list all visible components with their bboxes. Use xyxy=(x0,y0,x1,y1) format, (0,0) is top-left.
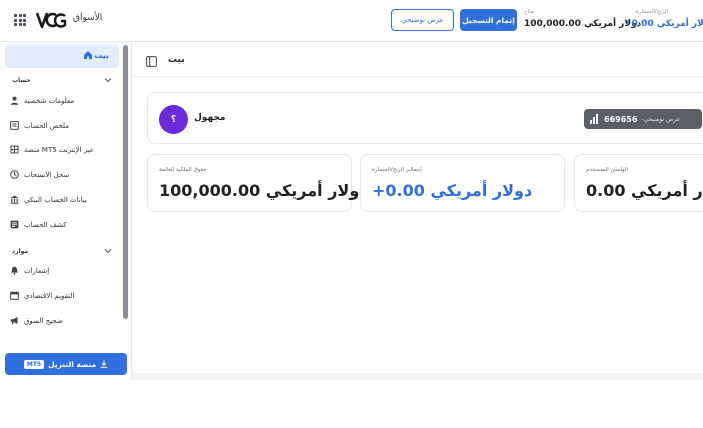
apps-grid-icon[interactable] xyxy=(14,14,26,26)
account-type: -عرض توضيحي xyxy=(641,115,681,123)
sidebar-item-mt5-web[interactable]: منصة MT5 عبر الإنترنت xyxy=(10,143,112,159)
complete-registration-button[interactable]: إتمام التسجيل xyxy=(460,9,517,31)
sidebar-item-withdrawal-history[interactable]: سجل الانسحاب xyxy=(10,168,112,184)
sidebar-item-notifications[interactable]: إشعارات xyxy=(10,264,112,280)
account-card: ؟ مجهول 669656 -عرض توضيحي xyxy=(147,92,703,144)
main-content: بيت ؟ مجهول 669656 -عرض توضيحي حقوق المل… xyxy=(132,42,703,373)
pnl-caption: الربح/الخسارة xyxy=(636,9,669,15)
sidebar-item-label: إشعارات xyxy=(24,267,50,275)
megaphone-icon xyxy=(10,317,18,325)
sidebar-home-label: بيت xyxy=(94,51,109,60)
summary-icon xyxy=(10,121,19,130)
stat-card-total-pnl: إجمالي الربح/الخسارة +0.00 دولار أمريكي xyxy=(360,154,565,212)
pnl-value: +0.00 دولار أمريكي xyxy=(624,19,703,29)
markets-link[interactable]: الأسواق xyxy=(73,13,102,23)
sidebar-item-label: التقويم الاقتصادي xyxy=(24,292,75,300)
sidebar-item-home[interactable]: بيت xyxy=(5,45,119,68)
sidebar-item-personal-info[interactable]: معلومات شخصية xyxy=(10,94,112,110)
sidebar-item-bank-details[interactable]: بيانات الحساب البنكي xyxy=(10,193,112,209)
stat-value: 0.00 دولار أمريكي xyxy=(586,181,703,200)
bottom-bar xyxy=(132,373,703,380)
divider xyxy=(132,76,703,77)
stat-card-floating-equity: حقوق الملكية العائمة 100,000.00 دولار أم… xyxy=(147,154,368,212)
grid-icon xyxy=(10,145,19,154)
stat-caption: الهامش المستخدم xyxy=(586,167,628,173)
sidebar-item-economic-calendar[interactable]: التقويم الاقتصادي xyxy=(10,289,112,305)
stat-caption: إجمالي الربح/الخسارة xyxy=(372,167,422,173)
sidebar-item-label: بيانات الحساب البنكي xyxy=(24,196,87,204)
sidebar-item-label: ضجيج السوق xyxy=(24,317,63,325)
sidebar-section-account: حساب xyxy=(12,77,31,84)
sidebar-item-account-summary[interactable]: ملخص الحساب xyxy=(10,119,112,135)
sidebar-item-label: سجل الانسحاب xyxy=(24,171,70,179)
sidebar: بيت حساب معلومات شخصية ملخص الحساب منصة … xyxy=(0,42,132,380)
vcg-logo[interactable] xyxy=(36,10,68,30)
top-header: الأسواق عرض توضيحي إتمام التسجيل متاح 10… xyxy=(0,0,703,42)
person-icon xyxy=(10,96,19,105)
stat-value: 100,000.00 دولار أمريكي xyxy=(159,181,368,200)
bar-chart-icon xyxy=(590,114,600,124)
sidebar-item-market-buzz[interactable]: ضجيج السوق xyxy=(10,314,112,330)
mt5-badge: MT5 xyxy=(23,359,45,369)
page-title: بيت xyxy=(168,55,185,65)
sidebar-item-account-statement[interactable]: كشف الحساب xyxy=(10,218,112,234)
account-name: مجهول xyxy=(194,113,226,123)
sidebar-scrollbar[interactable] xyxy=(123,45,128,319)
sidebar-item-label: كشف الحساب xyxy=(24,221,67,229)
equity-caption: متاح xyxy=(524,9,534,15)
stat-value: +0.00 دولار أمريكي xyxy=(372,181,533,200)
demo-button[interactable]: عرض توضيحي xyxy=(391,9,454,31)
download-icon xyxy=(100,360,108,368)
chevron-down-icon[interactable] xyxy=(104,247,112,255)
sidebar-item-label: معلومات شخصية xyxy=(24,97,75,105)
statement-icon xyxy=(10,220,19,229)
stat-card-used-margin: الهامش المستخدم 0.00 دولار أمريكي xyxy=(574,154,703,212)
sidebar-section-resources: موارد xyxy=(12,248,29,255)
app-frame: الأسواق عرض توضيحي إتمام التسجيل متاح 10… xyxy=(0,0,703,380)
account-number: 669656 xyxy=(604,114,638,124)
sidebar-toggle-icon[interactable] xyxy=(146,56,157,67)
home-icon xyxy=(84,51,92,59)
sidebar-item-label: منصة MT5 عبر الإنترنت xyxy=(24,146,94,154)
chevron-down-icon[interactable] xyxy=(104,76,112,84)
bell-icon xyxy=(11,266,18,275)
bank-icon xyxy=(10,195,19,204)
history-icon xyxy=(10,170,19,179)
download-platform-button[interactable]: MT5 منصة التنزيل xyxy=(5,353,127,375)
account-selector[interactable]: 669656 -عرض توضيحي xyxy=(584,109,702,129)
calendar-icon xyxy=(10,291,19,300)
sidebar-item-label: ملخص الحساب xyxy=(24,122,69,130)
avatar[interactable]: ؟ xyxy=(159,105,188,134)
download-label: منصة التنزيل xyxy=(48,359,97,369)
stat-caption: حقوق الملكية العائمة xyxy=(159,167,207,173)
